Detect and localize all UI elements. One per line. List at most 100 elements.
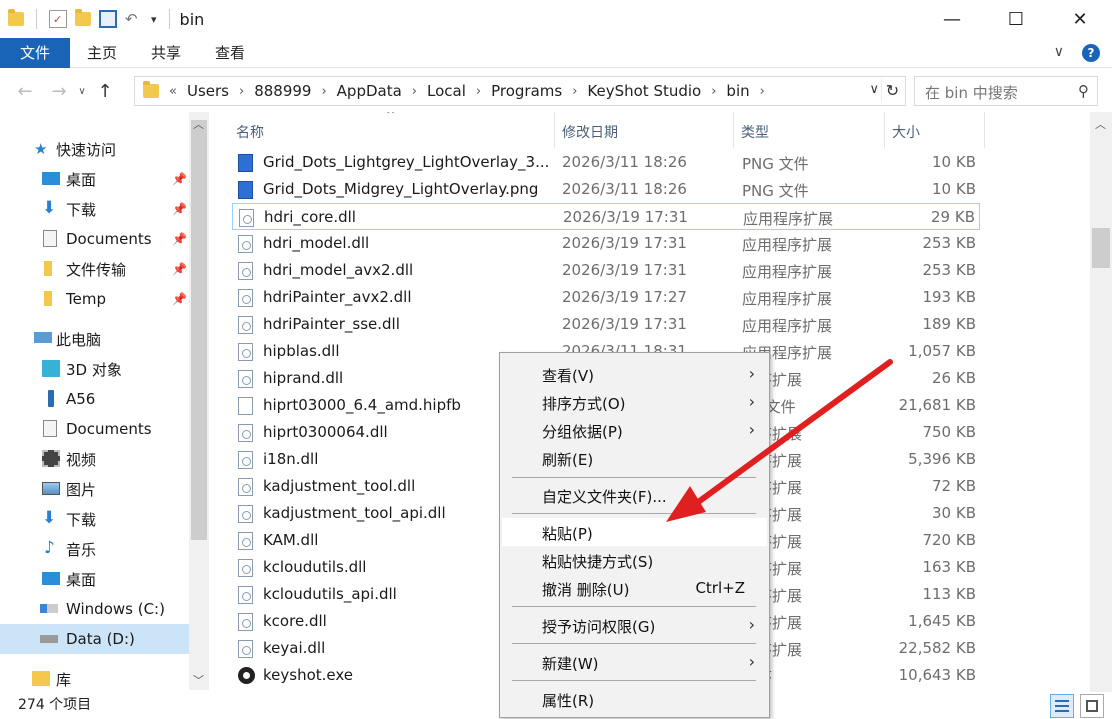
menu-item[interactable]: 粘贴快捷方式(S): [502, 546, 767, 574]
breadcrumb-programs[interactable]: Programs: [485, 82, 568, 100]
sidebar-scroll-thumb[interactable]: [191, 120, 207, 540]
dll-file-icon: [238, 235, 253, 253]
expand-ribbon-icon[interactable]: ∨: [1054, 44, 1064, 62]
menu-item[interactable]: 查看(V) ›: [502, 360, 767, 388]
sidebar-item-file-transfer[interactable]: 文件传输 📌: [0, 254, 189, 284]
details-view-button[interactable]: [1050, 694, 1074, 718]
column-divider[interactable]: [984, 112, 985, 148]
new-folder-icon[interactable]: [75, 9, 91, 26]
column-divider[interactable]: [554, 112, 555, 148]
file-row[interactable]: hdri_model_avx2.dll 2026/3/19 17:31 应用程序扩展…: [232, 257, 980, 284]
chevron-right-icon[interactable]: ›: [472, 84, 485, 99]
pin-icon[interactable]: 📌: [172, 292, 187, 306]
column-date[interactable]: 修改日期: [562, 122, 618, 142]
sidebar-item-3d-objects[interactable]: 3D 对象: [0, 354, 189, 384]
file-row[interactable]: Grid_Dots_Lightgrey_LightOverlay_3... 202…: [232, 149, 980, 176]
sidebar-item-label: 图片: [66, 480, 97, 499]
file-row[interactable]: hdriPainter_avx2.dll 2026/3/19 17:27 应用程序扩…: [232, 284, 980, 311]
help-icon[interactable]: ?: [1082, 44, 1100, 62]
search-input[interactable]: 在 bin 中搜索 ⚲: [914, 76, 1098, 106]
breadcrumb-local[interactable]: Local: [421, 82, 472, 100]
chevron-right-icon[interactable]: ›: [568, 84, 581, 99]
menu-item[interactable]: 粘贴(P): [502, 518, 767, 546]
breadcrumb-users[interactable]: Users: [181, 82, 235, 100]
address-dropdown-icon[interactable]: ∨: [869, 82, 879, 97]
maximize-button[interactable]: ☐: [984, 0, 1048, 38]
sidebar-item-a56[interactable]: A56: [0, 384, 189, 414]
chevron-right-icon[interactable]: ›: [317, 84, 330, 99]
sidebar-item-desktop[interactable]: 桌面 📌: [0, 164, 189, 194]
file-row[interactable]: Grid_Dots_Midgrey_LightOverlay.png 2026/3…: [232, 176, 980, 203]
menu-item[interactable]: 排序方式(O) ›: [502, 388, 767, 416]
chevron-right-icon[interactable]: ›: [408, 84, 421, 99]
sidebar-item-videos[interactable]: 视频: [0, 444, 189, 474]
recent-locations-icon[interactable]: ∨: [74, 86, 90, 97]
menu-item[interactable]: 自定义文件夹(F)...: [502, 481, 767, 509]
menu-item[interactable]: 授予访问权限(G) ›: [502, 611, 767, 639]
file-list-scroll-thumb[interactable]: [1092, 228, 1110, 268]
undo-icon[interactable]: ↶: [125, 10, 143, 28]
column-divider[interactable]: [884, 112, 885, 148]
menu-item[interactable]: 刷新(E): [502, 444, 767, 472]
sidebar-item-drive-c[interactable]: Windows (C:): [0, 594, 189, 624]
refresh-icon[interactable]: ↻: [881, 79, 903, 103]
sidebar-item-drive-d[interactable]: Data (D:): [0, 624, 189, 654]
scroll-up-icon[interactable]: ︿: [1095, 116, 1106, 132]
file-date: 2026/3/19 17:27: [562, 288, 687, 306]
view-pane-icon[interactable]: [99, 10, 117, 28]
column-divider[interactable]: [733, 112, 734, 148]
sidebar-item-downloads-pc[interactable]: ⬇ 下载: [0, 504, 189, 534]
breadcrumb-appdata[interactable]: AppData: [331, 82, 408, 100]
pin-icon[interactable]: 📌: [172, 172, 187, 186]
sidebar-item-temp[interactable]: Temp 📌: [0, 284, 189, 314]
menu-item[interactable]: 新建(W) ›: [502, 648, 767, 676]
breadcrumb-bin[interactable]: bin: [720, 82, 755, 100]
navigation-pane: ★ 快速访问 桌面 📌 ⬇ 下载 📌 Documents 📌 文件传输 📌 Te…: [0, 120, 189, 690]
breadcrumb-user[interactable]: 888999: [248, 82, 317, 100]
chevron-right-icon[interactable]: ›: [707, 84, 720, 99]
file-row[interactable]: hdriPainter_sse.dll 2026/3/19 17:31 应用程序扩展…: [232, 311, 980, 338]
sidebar-item-music[interactable]: ♪ 音乐: [0, 534, 189, 564]
menu-item[interactable]: 属性(R): [502, 685, 767, 713]
back-icon[interactable]: ←: [10, 81, 40, 102]
sidebar-item-desktop-pc[interactable]: 桌面: [0, 564, 189, 594]
chevron-right-icon[interactable]: ›: [235, 84, 248, 99]
large-icons-view-button[interactable]: [1080, 694, 1104, 718]
tab-view[interactable]: 查看: [198, 38, 262, 68]
sidebar-item-libraries[interactable]: 库: [0, 664, 189, 690]
minimize-button[interactable]: —: [920, 0, 984, 38]
chevron-right-icon[interactable]: ›: [756, 84, 769, 99]
scroll-up-icon[interactable]: ︿: [193, 116, 204, 132]
sidebar-item-pictures[interactable]: 图片: [0, 474, 189, 504]
column-type[interactable]: 类型: [741, 122, 769, 142]
sidebar-item-documents[interactable]: Documents 📌: [0, 224, 189, 254]
tab-file[interactable]: 文件: [0, 37, 70, 68]
overflow-crumb[interactable]: «: [165, 84, 181, 99]
customize-toolbar-icon[interactable]: ▾: [151, 13, 157, 26]
forward-icon[interactable]: →: [44, 81, 74, 102]
tab-share[interactable]: 共享: [134, 38, 198, 68]
menu-item[interactable]: 撤消 删除(U) Ctrl+Z: [502, 574, 767, 602]
scroll-down-icon[interactable]: ﹀: [193, 672, 204, 688]
pin-icon[interactable]: 📌: [172, 262, 187, 276]
address-bar[interactable]: « Users › 888999 › AppData › Local › Pro…: [134, 76, 906, 106]
pin-icon[interactable]: 📌: [172, 232, 187, 246]
properties-icon[interactable]: ✓: [49, 10, 67, 28]
sidebar-item-downloads[interactable]: ⬇ 下载 📌: [0, 194, 189, 224]
menu-item[interactable]: 分组依据(P) ›: [502, 416, 767, 444]
close-button[interactable]: ✕: [1048, 0, 1112, 38]
search-icon[interactable]: ⚲: [1078, 82, 1089, 100]
file-row[interactable]: hdri_model.dll 2026/3/19 17:31 应用程序扩展 253 K…: [232, 230, 980, 257]
column-size[interactable]: 大小: [892, 122, 920, 142]
sidebar-item-this-pc[interactable]: 此电脑: [0, 324, 189, 354]
up-icon[interactable]: ↑: [90, 81, 120, 102]
sidebar-item-quick-access[interactable]: ★ 快速访问: [0, 134, 189, 164]
pin-icon[interactable]: 📌: [172, 202, 187, 216]
tab-home[interactable]: 主页: [70, 38, 134, 68]
breadcrumb-keyshot[interactable]: KeyShot Studio: [581, 82, 707, 100]
file-list-scrollbar[interactable]: [1090, 112, 1112, 692]
sidebar-item-documents-pc[interactable]: Documents: [0, 414, 189, 444]
file-row[interactable]: hdri_core.dll 2026/3/19 17:31 应用程序扩展 29 KB: [232, 203, 980, 230]
column-name[interactable]: 名称: [236, 122, 264, 142]
image-file-icon: [238, 154, 253, 172]
